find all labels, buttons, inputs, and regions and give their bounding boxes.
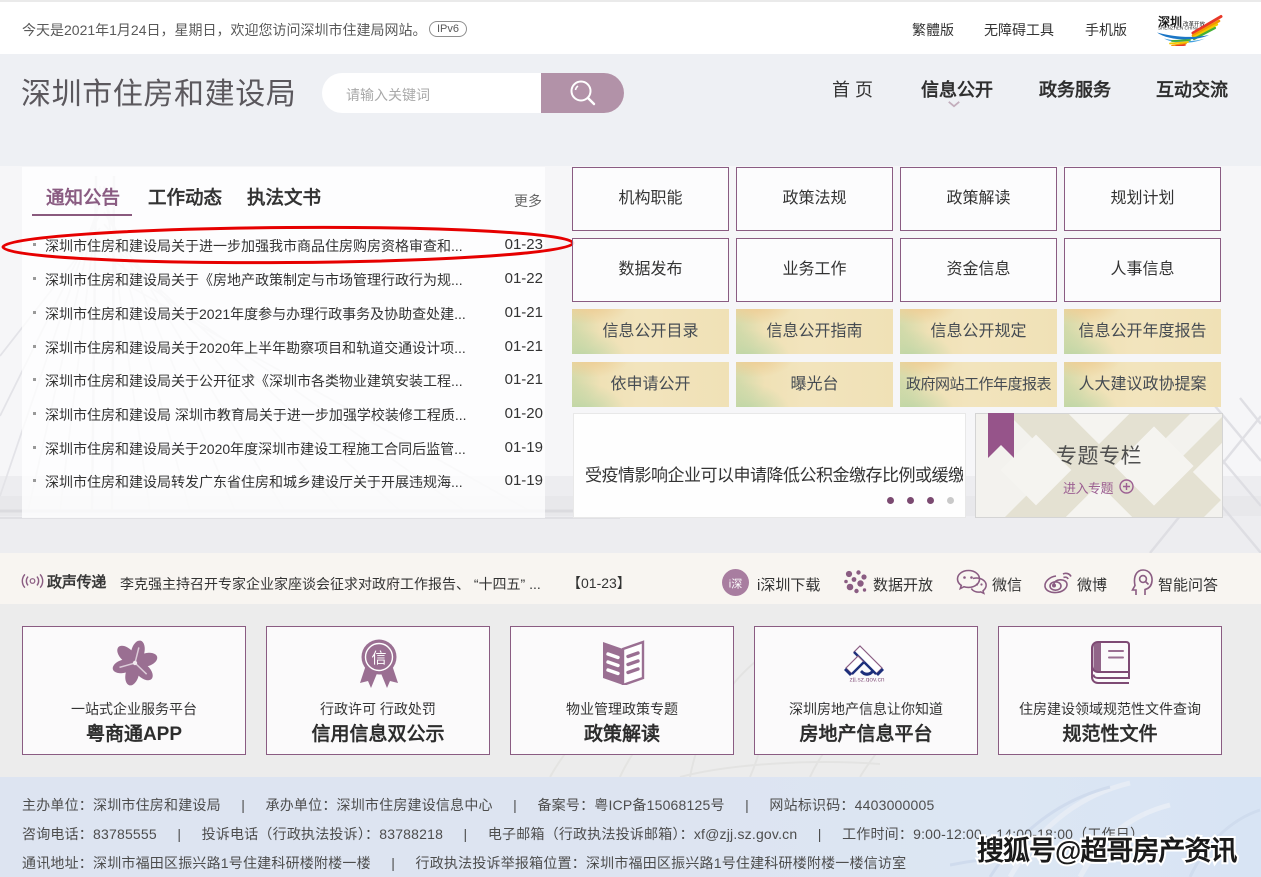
svg-text:i深: i深 <box>729 578 742 591</box>
svg-text:SHENZHEN CHINA: SHENZHEN CHINA <box>1158 26 1200 31</box>
svg-text:信: 信 <box>371 650 386 667</box>
svg-text:搜狐号@超哥房产资讯: 搜狐号@超哥房产资讯 <box>977 836 1237 866</box>
svg-text:zjj.sz.gov.cn: zjj.sz.gov.cn <box>850 677 885 683</box>
